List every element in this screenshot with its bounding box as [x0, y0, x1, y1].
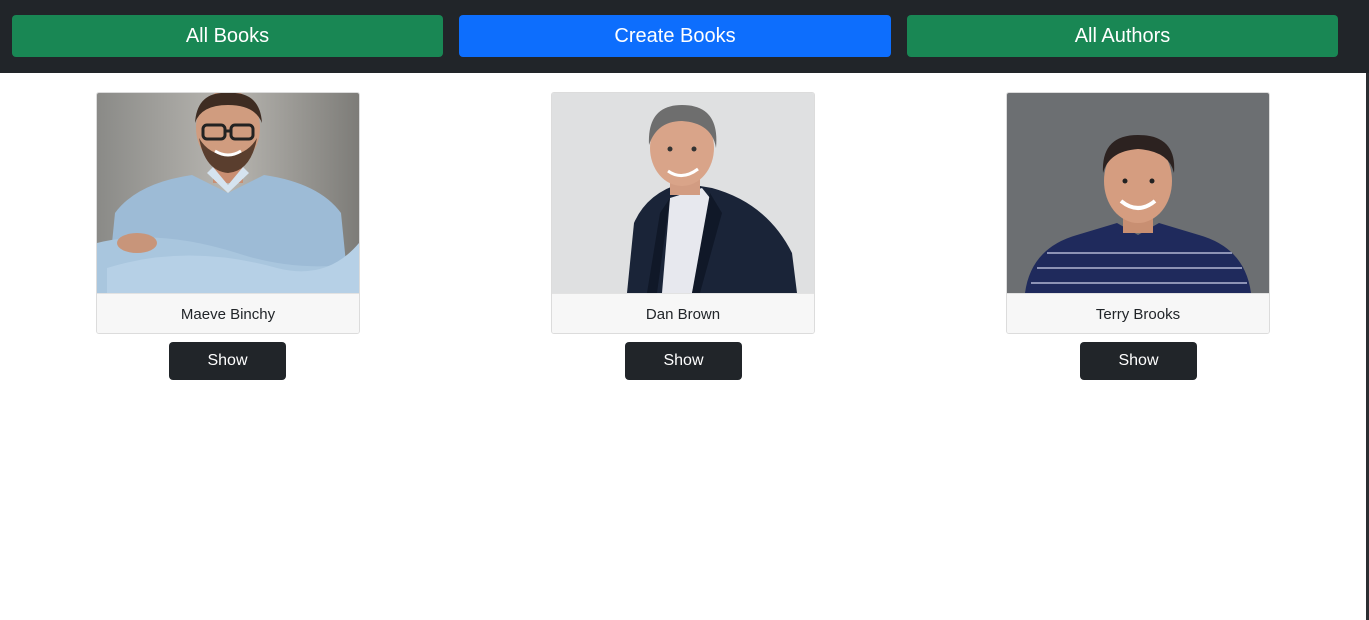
show-details-button[interactable]: Show Details: [625, 342, 742, 407]
author-card: Terry Brooks: [1006, 92, 1270, 334]
author-name: Maeve Binchy: [97, 293, 359, 333]
all-authors-button[interactable]: All Authors: [907, 15, 1338, 57]
show-details-button[interactable]: Show Details: [169, 342, 286, 407]
author-name: Terry Brooks: [1007, 293, 1269, 333]
author-card: Dan Brown: [551, 92, 815, 334]
author-photo: [552, 93, 814, 293]
author-name: Dan Brown: [552, 293, 814, 333]
show-details-button[interactable]: Show Details: [1080, 342, 1197, 407]
author-photo: [1007, 93, 1269, 293]
create-books-button[interactable]: Create Books: [459, 15, 891, 57]
top-navbar: All Books Create Books All Authors: [0, 0, 1369, 73]
author-photo: [97, 93, 359, 293]
author-card: Maeve Binchy: [96, 92, 360, 334]
authors-page: All Books Create Books All Authors Maeve…: [0, 0, 1369, 620]
all-books-button[interactable]: All Books: [12, 15, 443, 57]
